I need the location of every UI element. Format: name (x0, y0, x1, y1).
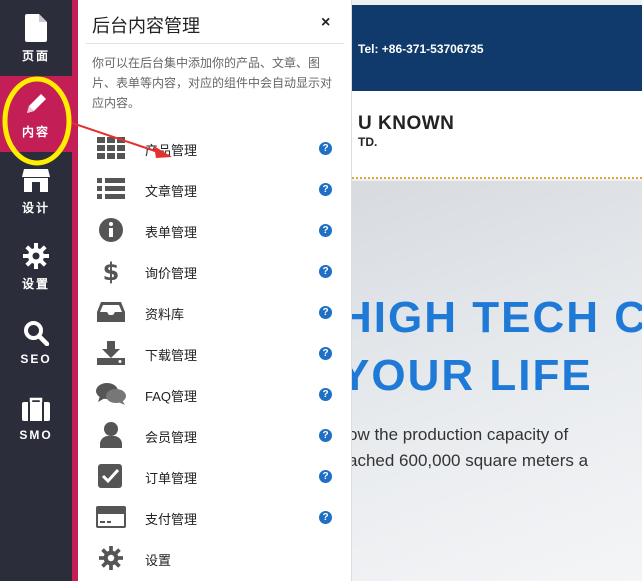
divider (86, 43, 344, 44)
menu-item-label: 产品管理 (145, 143, 198, 158)
gear-icon (96, 544, 126, 572)
inbox-icon (96, 298, 126, 326)
menu-item-label: 会员管理 (145, 430, 198, 445)
menu-item-settings[interactable]: 设置 (78, 538, 352, 579)
site-brand-name: U KNOWN (358, 113, 455, 134)
user-icon (96, 421, 126, 449)
rail-item-smo[interactable]: SMO (0, 380, 72, 456)
menu-item-label: FAQ管理 (145, 389, 198, 404)
checkbox-icon (96, 462, 126, 490)
menu-item-label: 询价管理 (145, 266, 198, 281)
site-topbar: Tel: +86-371-53706735 (352, 5, 642, 91)
content-panel: 后台内容管理 × 你可以在后台集中添加你的产品、文章、图片、表单等内容，对应的组… (78, 0, 352, 581)
help-icon[interactable]: ? (319, 429, 332, 442)
site-header: U KNOWN TD. (352, 91, 642, 179)
grid-icon (96, 134, 126, 162)
dollar-icon: $ (96, 257, 126, 285)
help-icon[interactable]: ? (319, 183, 332, 196)
info-icon (96, 216, 126, 244)
help-icon[interactable]: ? (319, 347, 332, 360)
rail-item-page[interactable]: 页面 (0, 0, 72, 76)
hero-banner: HIGH TECH C YOUR LIFE ow the production … (352, 181, 642, 581)
menu-item-orders[interactable]: 订单管理 ? (78, 456, 352, 497)
menu-item-label: 设置 (145, 553, 172, 568)
icon-rail: 页面 内容 设计 设置 SEO SMO (0, 0, 72, 581)
content-menu: 产品管理 ? 文章管理 ? 表单管理 ? $ 询价管理 ? 资料库 ? 下载管理… (78, 128, 352, 579)
help-icon[interactable]: ? (319, 265, 332, 278)
menu-item-payments[interactable]: 支付管理 ? (78, 497, 352, 538)
rail-label: SEO (20, 352, 52, 366)
rail-label: 页面 (21, 48, 50, 63)
help-icon[interactable]: ? (319, 511, 332, 524)
gear-icon (23, 241, 49, 271)
menu-item-members[interactable]: 会员管理 ? (78, 415, 352, 456)
menu-item-label: 文章管理 (145, 184, 198, 199)
svg-text:$: $ (103, 258, 119, 285)
help-icon[interactable]: ? (319, 470, 332, 483)
menu-item-downloads[interactable]: 下载管理 ? (78, 333, 352, 374)
chat-icon (96, 380, 126, 408)
hero-heading-line2: YOUR LIFE (352, 351, 593, 400)
rail-item-seo[interactable]: SEO (0, 304, 72, 380)
hero-heading-line1: HIGH TECH C (352, 293, 642, 342)
list-icon (96, 175, 126, 203)
rail-label: 内容 (21, 124, 50, 139)
rail-label: 设置 (21, 276, 50, 291)
menu-item-products[interactable]: 产品管理 ? (78, 128, 352, 169)
help-icon[interactable]: ? (319, 306, 332, 319)
rail-label: 设计 (21, 200, 50, 215)
panel-description: 你可以在后台集中添加你的产品、文章、图片、表单等内容，对应的组件中会自动显示对应… (92, 56, 333, 110)
close-button[interactable]: × (321, 14, 330, 32)
menu-item-articles[interactable]: 文章管理 ? (78, 169, 352, 210)
rail-item-content[interactable]: 内容 (0, 76, 72, 152)
site-preview: Tel: +86-371-53706735 U KNOWN TD. HIGH T… (352, 0, 642, 581)
help-icon[interactable]: ? (319, 224, 332, 237)
menu-item-label: 资料库 (145, 307, 185, 322)
panel-title: 后台内容管理 (92, 16, 200, 36)
menu-item-inquiries[interactable]: $ 询价管理 ? (78, 251, 352, 292)
download-icon (96, 339, 126, 367)
credit-card-icon (96, 503, 126, 531)
menu-item-label: 支付管理 (145, 512, 198, 527)
hero-text-line2: ached 600,000 square meters a (352, 451, 589, 470)
menu-item-library[interactable]: 资料库 ? (78, 292, 352, 333)
briefcase-icon (22, 394, 50, 424)
search-icon (23, 318, 49, 348)
rail-item-design[interactable]: 设计 (0, 152, 72, 228)
help-icon[interactable]: ? (319, 142, 332, 155)
store-icon (22, 165, 50, 195)
menu-item-label: 下载管理 (145, 348, 198, 363)
menu-item-label: 表单管理 (145, 225, 198, 240)
rail-item-settings[interactable]: 设置 (0, 228, 72, 304)
help-icon[interactable]: ? (319, 388, 332, 401)
menu-item-label: 订单管理 (145, 471, 198, 486)
site-brand-suffix: TD. (358, 135, 378, 149)
site-phone: Tel: +86-371-53706735 (358, 42, 484, 56)
rail-label: SMO (19, 428, 53, 442)
menu-item-faq[interactable]: FAQ管理 ? (78, 374, 352, 415)
pencil-icon (23, 89, 49, 119)
page-icon (25, 13, 47, 43)
menu-item-forms[interactable]: 表单管理 ? (78, 210, 352, 251)
hero-text-line1: ow the production capacity of (352, 425, 569, 444)
